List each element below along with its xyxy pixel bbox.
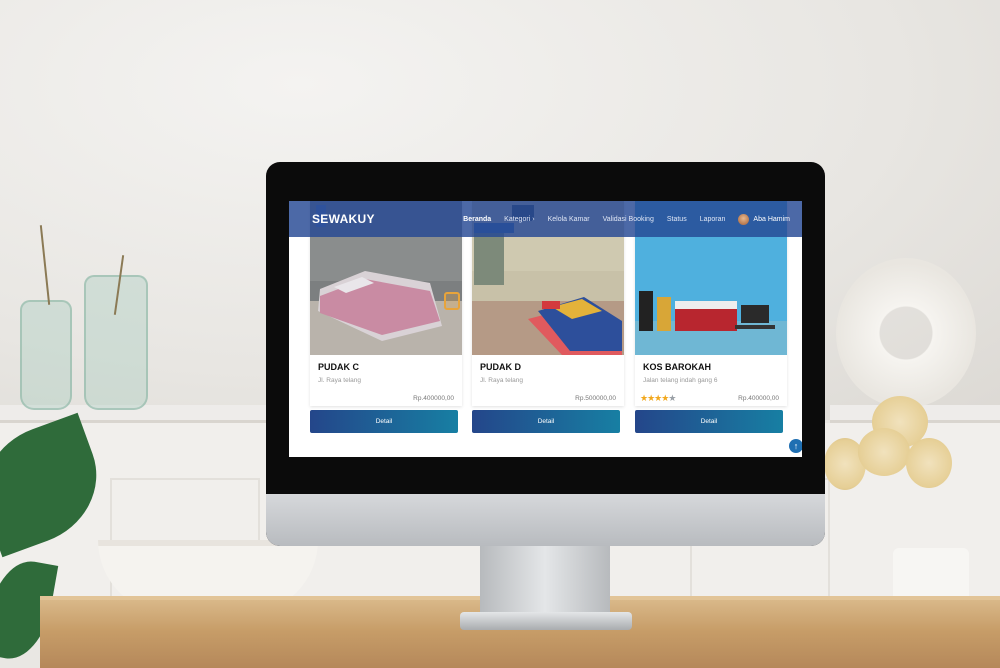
rating-stars: ★★★★★ bbox=[640, 393, 676, 404]
room-address: Jalan telang indah gang 6 bbox=[643, 377, 718, 384]
nav-item-validasi-booking[interactable]: Validasi Booking bbox=[603, 216, 654, 223]
monitor-foot bbox=[460, 612, 632, 630]
detail-button[interactable]: Detail bbox=[310, 410, 458, 433]
ring-vase bbox=[836, 258, 976, 408]
chat-widget-icon[interactable] bbox=[444, 292, 460, 310]
app-screen: PUDAK C Jl. Raya telang Rp.400000,00 PUD… bbox=[289, 201, 802, 457]
scroll-to-top-button[interactable]: ↑ bbox=[789, 439, 802, 453]
detail-button[interactable]: Detail bbox=[635, 410, 783, 433]
protea-flower bbox=[906, 438, 952, 488]
room-price: Rp.500000,00 bbox=[575, 395, 616, 402]
nav-menu: Beranda Kategori › Kelola Kamar Validasi … bbox=[450, 201, 790, 237]
room-title: PUDAK D bbox=[480, 362, 522, 372]
room-title: KOS BAROKAH bbox=[643, 362, 712, 372]
nav-item-kelola-kamar[interactable]: Kelola Kamar bbox=[548, 216, 590, 223]
protea-flower bbox=[858, 428, 910, 476]
monitor-stand bbox=[480, 546, 610, 616]
monitor-chin bbox=[266, 494, 825, 546]
glass-vase bbox=[20, 300, 72, 410]
room-price: Rp.400000,00 bbox=[413, 395, 454, 402]
nav-item-beranda[interactable]: Beranda bbox=[463, 216, 491, 223]
nav-item-kategori[interactable]: Kategori › bbox=[504, 216, 534, 223]
chevron-right-icon: › bbox=[532, 215, 535, 223]
arrow-up-icon: ↑ bbox=[793, 441, 799, 451]
top-navbar: SEWAKUY Beranda Kategori › Kelola Kamar V… bbox=[289, 201, 802, 237]
room-address: Jl. Raya telang bbox=[318, 377, 361, 384]
room-title: PUDAK C bbox=[318, 362, 360, 372]
room-address: Jl. Raya telang bbox=[480, 377, 523, 384]
room-price: Rp.400000,00 bbox=[738, 395, 779, 402]
avatar[interactable] bbox=[738, 213, 750, 225]
room-card-list: PUDAK C Jl. Raya telang Rp.400000,00 PUD… bbox=[289, 201, 802, 457]
user-name[interactable]: Aba Hamim bbox=[753, 216, 790, 223]
detail-button[interactable]: Detail bbox=[472, 410, 620, 433]
brand-logo[interactable]: SEWAKUY bbox=[312, 212, 375, 226]
nav-item-label: Kategori bbox=[504, 215, 531, 223]
star-empty-icon: ★ bbox=[668, 393, 676, 403]
nav-item-status[interactable]: Status bbox=[667, 216, 687, 223]
nav-item-laporan[interactable]: Laporan bbox=[700, 216, 726, 223]
